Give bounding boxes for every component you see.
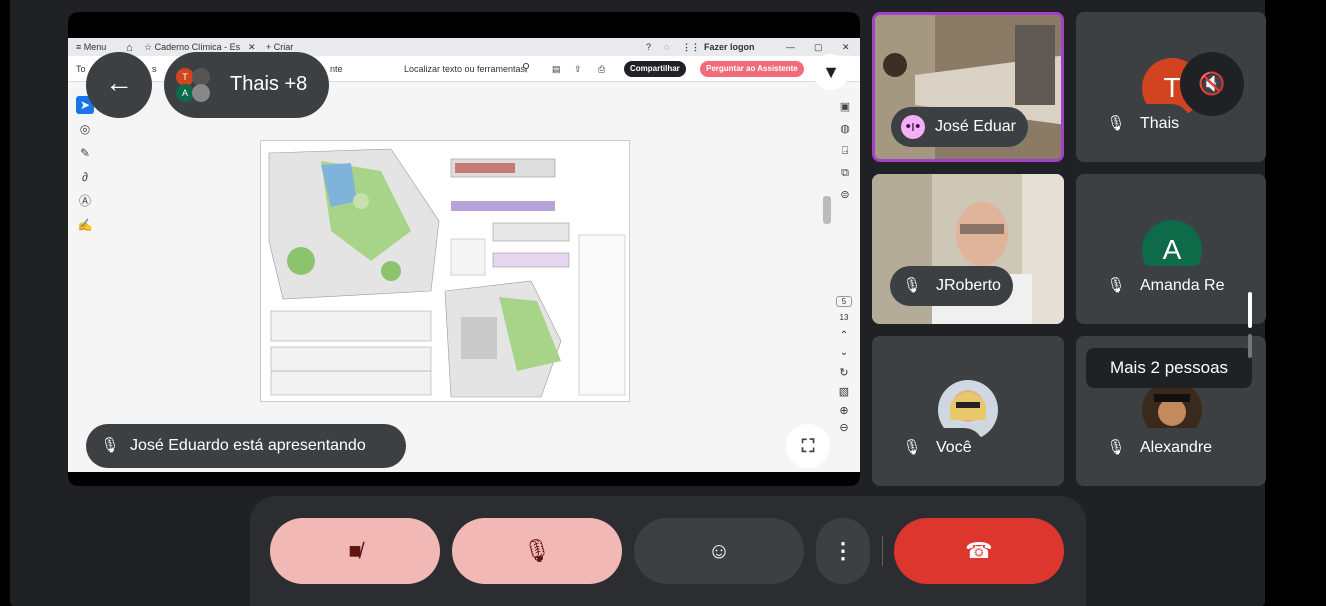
toolbar-left-text: To: [76, 64, 86, 74]
thumbnail-icon: ▣: [839, 101, 851, 113]
upload-icon: ⇪: [574, 64, 582, 74]
comment-tool-icon: ◎: [79, 122, 91, 136]
save-icon: ▤: [552, 64, 561, 74]
mic-off-icon: 🎙: [523, 538, 551, 563]
more-options-button[interactable]: ⋮: [816, 518, 870, 584]
menu-label: ≡ Menu: [76, 42, 107, 52]
presenting-text: José Eduardo está apresentando: [130, 437, 366, 454]
layers-icon: ⊜: [840, 189, 850, 201]
tile-voce[interactable]: 🎙 Você: [872, 336, 1064, 486]
tile-jroberto[interactable]: 🎙 JRoberto: [872, 174, 1064, 324]
stamp-tool-icon: ✍: [77, 218, 93, 232]
mic-off-icon: 🎙: [100, 437, 120, 454]
mic-off-icon: 🎙: [1106, 115, 1126, 132]
more-people-label[interactable]: Mais 2 pessoas: [1086, 348, 1252, 388]
reactions-button[interactable]: ☺: [634, 518, 804, 584]
participant-name: JRoberto: [936, 277, 1001, 294]
speaking-icon: •ı•: [901, 115, 925, 139]
participant-name: José Eduar: [935, 118, 1016, 135]
comment-icon: ◍: [840, 123, 850, 135]
share-doc-button: Compartilhar: [624, 61, 686, 77]
tile-name-chip: •ı• José Eduar: [891, 107, 1028, 147]
chevron-down-icon: ⌄: [839, 347, 849, 358]
copy-icon: ⧉: [841, 167, 849, 179]
page-view-icon: ▧: [838, 386, 850, 398]
controls-divider: [882, 536, 883, 566]
left-tools: ➤ ◎ ✎ ∂ Ⓐ ✍: [76, 96, 96, 240]
tile-thais[interactable]: T 🔇 🎙 Thais: [1076, 12, 1266, 162]
participant-name: Você: [936, 439, 972, 456]
tiles-scrollbar[interactable]: [1248, 292, 1252, 328]
participant-name: Amanda Re: [1140, 277, 1225, 294]
bell-icon: ◌: [664, 42, 670, 52]
toolbar-left-text3: nte: [330, 64, 343, 74]
tile-name-chip: 🎙 Você: [890, 428, 984, 468]
pen-tool-icon: ✎: [79, 146, 91, 160]
search-icon: ⚲: [522, 62, 531, 74]
document-page: [260, 140, 630, 402]
apps-icon: ⋮⋮: [682, 42, 700, 52]
fullscreen-icon: ⛶: [801, 436, 815, 456]
hang-up-button[interactable]: ☎: [894, 518, 1064, 584]
chevron-up-icon: ⌃: [839, 330, 849, 341]
right-tools: ▣ ◍ ⍈ ⧉ ⊜: [834, 96, 856, 206]
arrow-left-icon: ←: [105, 67, 133, 98]
presenting-chip: 🎙 José Eduardo está apresentando: [86, 424, 406, 468]
toolbar-left-text2: s: [152, 64, 157, 74]
mic-off-icon: 🎙: [1106, 439, 1126, 456]
screen: ≡ Menu ⌂ ☆ Caderno Clímica - Es ✕ + Cria…: [0, 0, 1326, 606]
lasso-tool-icon: ∂: [82, 170, 88, 184]
avatar-mini-4: [192, 84, 210, 102]
pin-icon[interactable]: ▼: [813, 54, 849, 90]
new-tab: + Criar: [266, 42, 294, 52]
mic-off-icon: 🎙: [902, 439, 922, 456]
refresh-icon: ↻: [839, 367, 849, 379]
document-scrollbar: [823, 196, 831, 224]
tile-jose-eduardo[interactable]: •ı• José Eduar: [872, 12, 1064, 162]
page-indicator: 5 13 ⌃ ⌄ ↻ ▧ ⊕ ⊖: [836, 296, 852, 434]
tile-amanda[interactable]: A 🎙 Amanda Re: [1076, 174, 1266, 324]
tiles-scrollbar-track: [1248, 334, 1252, 358]
tile-name-chip: 🎙 Alexandre: [1094, 428, 1225, 468]
architectural-drawing: [268, 148, 626, 398]
participants-count: Thais +8: [230, 73, 308, 95]
mic-toggle-button[interactable]: 🎙: [452, 518, 622, 584]
participants-chip[interactable]: T A Thais +8: [164, 52, 329, 118]
fullscreen-button[interactable]: ⛶: [786, 424, 830, 468]
more-vertical-icon: ⋮: [832, 538, 854, 563]
call-controls: ■̸ 🎙 ☺ ⋮ ☎: [250, 496, 1086, 606]
tile-name-chip: 🎙 Amanda Re: [1094, 266, 1237, 306]
smile-icon: ☺: [707, 538, 731, 563]
volume-off-icon: 🔇: [1180, 52, 1244, 116]
page-total: 13: [839, 313, 849, 322]
tile-name-chip: 🎙 Thais: [1094, 104, 1192, 144]
maximize-icon: ▢: [814, 42, 823, 52]
close-icon: ✕: [842, 42, 850, 52]
phone-hangup-icon: ☎: [965, 538, 993, 563]
camera-toggle-button[interactable]: ■̸: [270, 518, 440, 584]
participant-name: Alexandre: [1140, 439, 1213, 456]
minimize-icon: —: [786, 42, 795, 52]
zoom-in-icon: ⊕: [839, 405, 849, 417]
participant-name: Thais: [1140, 115, 1180, 132]
assistant-button: Perguntar ao Assistente: [700, 61, 804, 77]
export-icon: ⍈: [841, 145, 849, 157]
help-icon: ?: [646, 42, 652, 52]
back-button[interactable]: ←: [86, 52, 152, 118]
mic-off-icon: 🎙: [902, 277, 922, 294]
text-tool-icon: Ⓐ: [78, 194, 91, 208]
search-tools-label: Localizar texto ou ferramentas: [404, 64, 526, 74]
video-off-icon: ■̸: [348, 538, 362, 563]
signin-label: Fazer logon: [704, 42, 755, 52]
print-icon: ⎙: [598, 64, 606, 74]
page-current: 5: [836, 296, 852, 307]
tile-name-chip: 🎙 JRoberto: [890, 266, 1013, 306]
zoom-out-icon: ⊖: [839, 422, 849, 434]
mic-off-icon: 🎙: [1106, 277, 1126, 294]
